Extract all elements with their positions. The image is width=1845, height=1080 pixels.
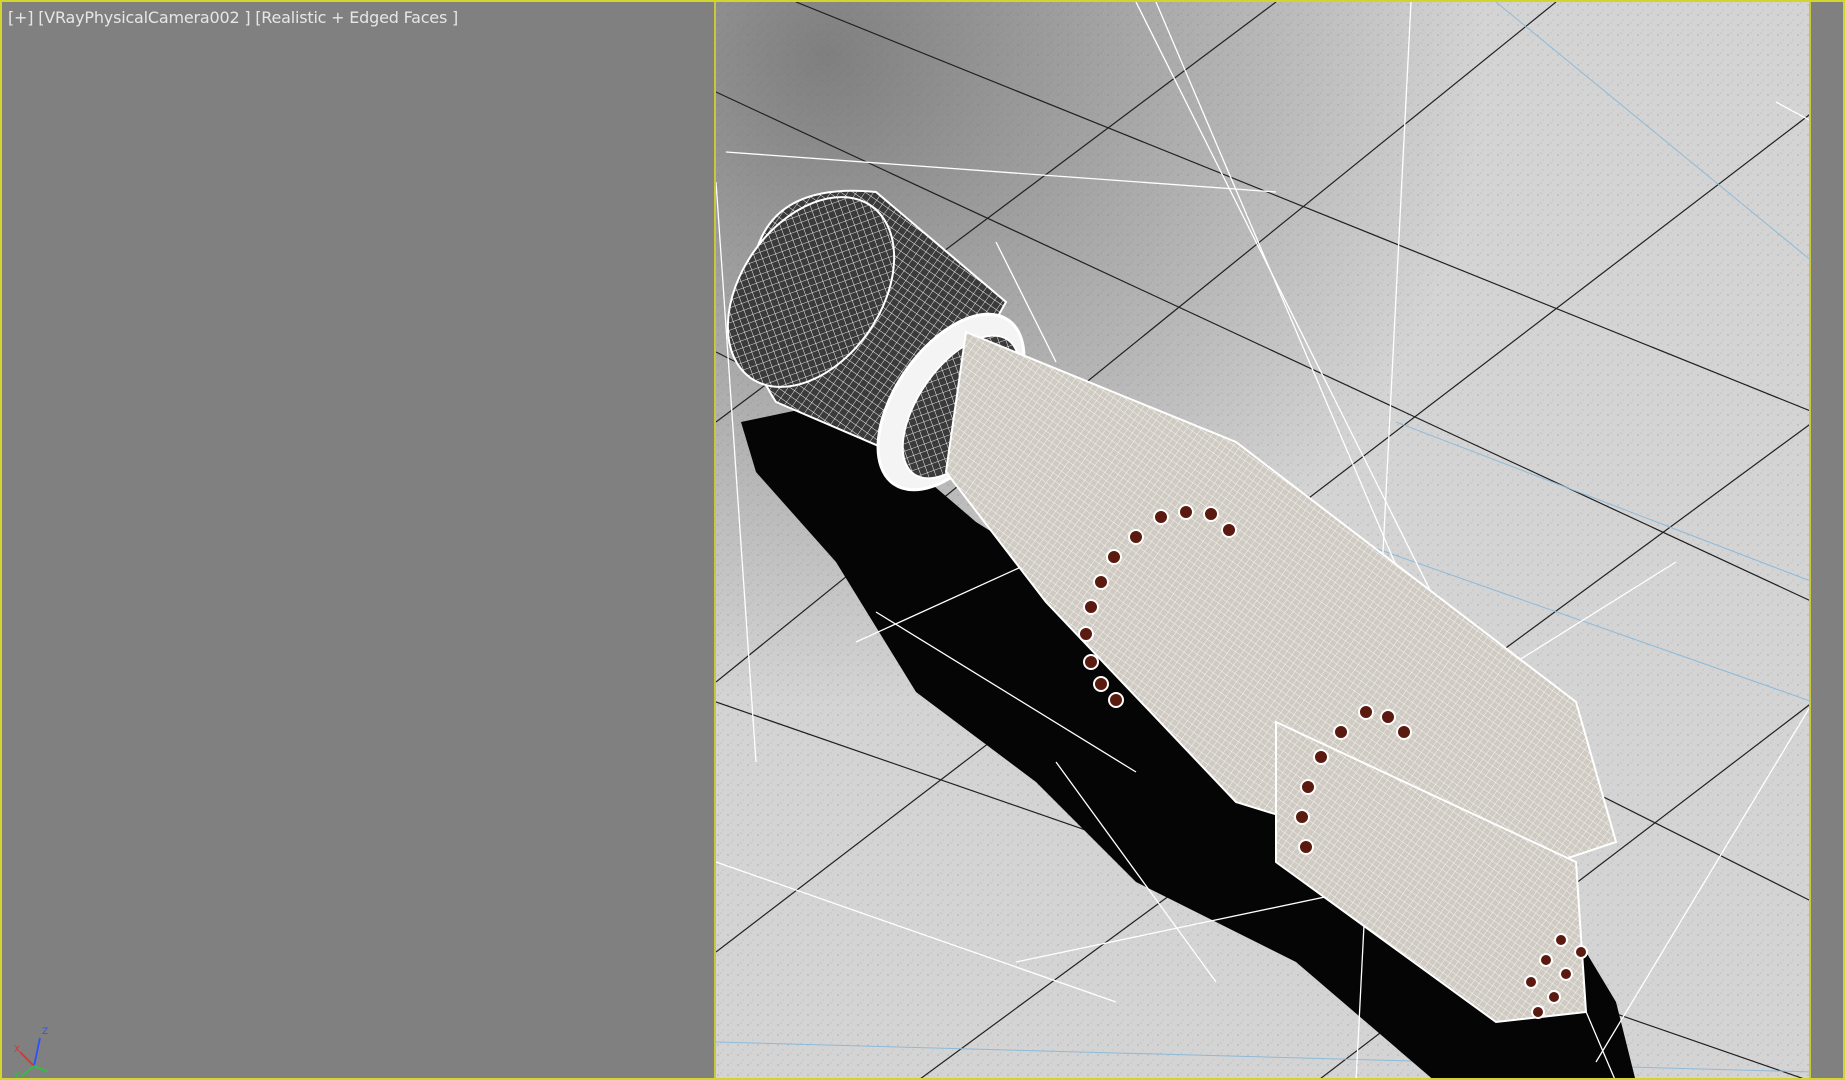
viewport-general-menu[interactable]: [+] [8, 8, 33, 27]
camera-viewport[interactable]: [+] [VRayPhysicalCamera002 ] [Realistic … [0, 0, 1845, 1080]
viewport-point-of-view-menu[interactable]: [VRayPhysicalCamera002 ] [38, 8, 250, 27]
axis-x-label: X [14, 1045, 20, 1055]
axis-tripod: Z X Y [14, 1027, 49, 1078]
axis-z-label: Z [42, 1027, 48, 1037]
viewport-label: [+] [VRayPhysicalCamera002 ] [Realistic … [8, 8, 458, 27]
render-safe-frame[interactable] [714, 2, 1811, 1078]
viewport-shading-menu[interactable]: [Realistic + Edged Faces ] [255, 8, 458, 27]
viewport-right-margin [1811, 2, 1843, 1078]
axis-y-label: Y [14, 1071, 20, 1078]
scene-render [716, 2, 1809, 1078]
